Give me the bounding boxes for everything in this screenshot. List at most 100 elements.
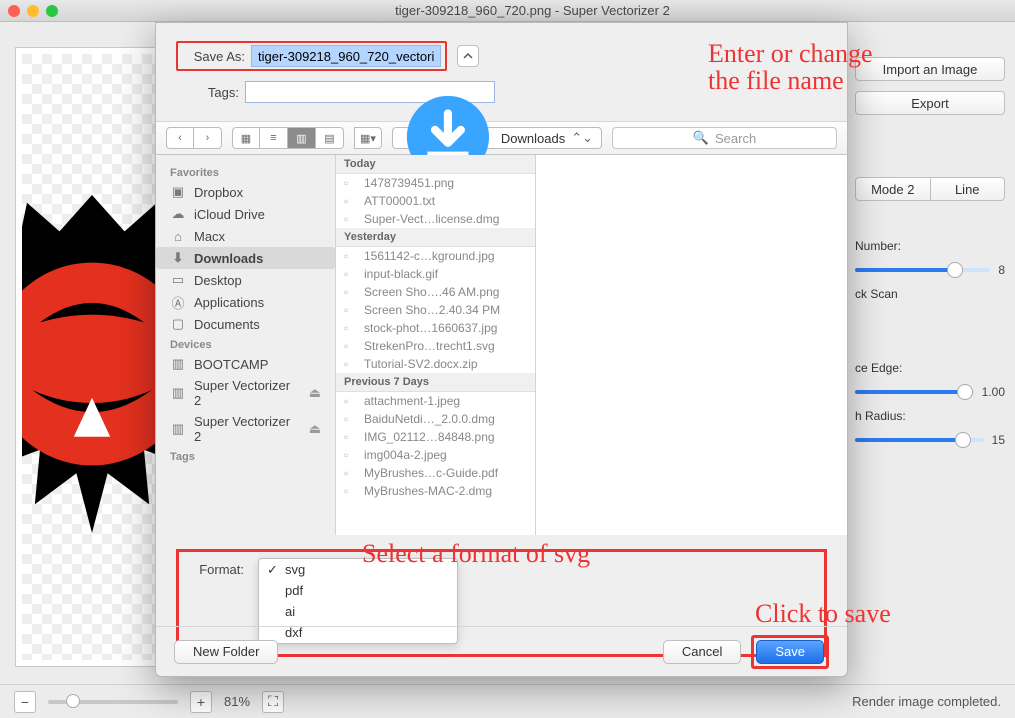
- import-image-button[interactable]: Import an Image: [855, 57, 1005, 81]
- home-icon: ⌂: [170, 228, 186, 244]
- forward-button[interactable]: ›: [194, 127, 222, 149]
- edge-slider[interactable]: [855, 390, 974, 394]
- sidebar-item-desktop[interactable]: ▭Desktop: [156, 269, 335, 291]
- radius-slider[interactable]: [855, 438, 984, 442]
- icon-view-button[interactable]: ▦: [232, 127, 260, 149]
- file-name: 1478739451.png: [364, 176, 454, 190]
- file-name: Screen Sho….46 AM.png: [364, 285, 499, 299]
- file-icon: ▫: [344, 303, 358, 317]
- sidebar-item-label: Super Vectorizer 2: [194, 414, 301, 444]
- search-icon: 🔍: [693, 130, 709, 146]
- file-icon: ▫: [344, 321, 358, 335]
- sidebar-item-label: Desktop: [194, 273, 242, 288]
- sidebar-item-downloads[interactable]: ⬇Downloads: [156, 247, 335, 269]
- mode2-tab[interactable]: Mode 2: [855, 177, 931, 201]
- sidebar-item-home[interactable]: ⌂Macx: [156, 225, 335, 247]
- file-item[interactable]: ▫ Screen Sho…2.40.34 PM: [336, 301, 535, 319]
- file-icon: ▫: [344, 394, 358, 408]
- window-controls: [8, 5, 58, 17]
- nav-buttons: ‹ ›: [166, 127, 222, 149]
- format-option-pdf[interactable]: pdf: [259, 580, 457, 601]
- file-item[interactable]: ▫ MyBrushes-MAC-2.dmg: [336, 482, 535, 500]
- file-icon: ▫: [344, 212, 358, 226]
- sidebar-item-disk2[interactable]: ▥Super Vectorizer 2⏏: [156, 411, 335, 447]
- file-item[interactable]: ▫img004a-2.jpeg: [336, 446, 535, 464]
- cancel-button[interactable]: Cancel: [663, 640, 741, 664]
- column-view-button[interactable]: ▥: [288, 127, 316, 149]
- scan-label: ck Scan: [855, 287, 1005, 301]
- eject-icon[interactable]: ⏏: [309, 421, 321, 437]
- line-tab[interactable]: Line: [931, 177, 1006, 201]
- file-name: Screen Sho…2.40.34 PM: [364, 303, 500, 317]
- icloud-icon: ☁: [170, 206, 186, 222]
- fit-screen-button[interactable]: ⛶: [262, 691, 284, 713]
- sidebar-item-label: Applications: [194, 295, 264, 310]
- sidebar-item-icloud[interactable]: ☁iCloud Drive: [156, 203, 335, 225]
- sidebar-item-dropbox[interactable]: ▣ Dropbox: [156, 181, 335, 203]
- file-column[interactable]: Today▫1478739451.png▫ATT00001.txt▫Super-…: [336, 155, 536, 535]
- file-item[interactable]: ▫stock-phot…1660637.jpg: [336, 319, 535, 337]
- tags-label: Tags:: [176, 85, 239, 100]
- sidebar-item-documents[interactable]: ▢Documents: [156, 313, 335, 335]
- file-name: input-black.gif: [364, 267, 438, 281]
- close-window-button[interactable]: [8, 5, 20, 17]
- file-item[interactable]: ▫1478739451.png: [336, 174, 535, 192]
- mode-segmented-control[interactable]: Mode 2 Line: [855, 177, 1005, 201]
- format-option-svg[interactable]: svg: [259, 559, 457, 580]
- file-name: IMG_02112…84848.png: [364, 430, 495, 444]
- sidebar-item-disk1[interactable]: ▥ Super Vectorizer 2 ⏏: [156, 375, 335, 411]
- number-slider[interactable]: [855, 268, 990, 272]
- save-as-label: Save As:: [182, 49, 245, 64]
- sidebar-item-bootcamp[interactable]: ▥ BOOTCAMP: [156, 353, 335, 375]
- number-value: 8: [998, 263, 1005, 277]
- sidebar-item-label: Dropbox: [194, 185, 243, 200]
- file-item[interactable]: ▫ATT00001.txt: [336, 192, 535, 210]
- sidebar-item-applications[interactable]: ⒶApplications: [156, 291, 335, 313]
- new-folder-button[interactable]: New Folder: [174, 640, 278, 664]
- zoom-window-button[interactable]: [46, 5, 58, 17]
- file-item[interactable]: ▫MyBrushes…c-Guide.pdf: [336, 464, 535, 482]
- zoom-out-button[interactable]: −: [14, 691, 36, 713]
- format-option-ai[interactable]: ai: [259, 601, 457, 622]
- coverflow-view-button[interactable]: ▤: [316, 127, 344, 149]
- location-popup[interactable]: Downloads ⌃⌄: [392, 127, 602, 149]
- sidebar-item-label: BOOTCAMP: [194, 357, 268, 372]
- sidebar-item-label: Downloads: [194, 251, 263, 266]
- save-as-input[interactable]: [251, 45, 441, 67]
- file-item[interactable]: ▫input-black.gif: [336, 265, 535, 283]
- expand-sheet-button[interactable]: [457, 45, 479, 67]
- list-view-button[interactable]: ≡: [260, 127, 288, 149]
- file-name: MyBrushes…c-Guide.pdf: [364, 466, 498, 480]
- disk-icon: ▥: [170, 385, 186, 401]
- zoom-slider[interactable]: [48, 700, 178, 704]
- file-name: Tutorial-SV2.docx.zip: [364, 357, 478, 371]
- export-button[interactable]: Export: [855, 91, 1005, 115]
- save-button[interactable]: Save: [756, 640, 824, 664]
- dropbox-icon: ▣: [170, 184, 186, 200]
- file-item[interactable]: ▫attachment-1.jpeg: [336, 392, 535, 410]
- file-item[interactable]: ▫BaiduNetdi…_2.0.0.dmg: [336, 410, 535, 428]
- file-item[interactable]: ▫Super-Vect…license.dmg: [336, 210, 535, 228]
- file-item[interactable]: ▫Tutorial-SV2.docx.zip: [336, 355, 535, 373]
- disk-icon: ▥: [170, 356, 186, 372]
- file-name: BaiduNetdi…_2.0.0.dmg: [364, 412, 495, 426]
- group-by-button[interactable]: ▦▾: [354, 127, 382, 149]
- minimize-window-button[interactable]: [27, 5, 39, 17]
- eject-icon[interactable]: ⏏: [309, 385, 321, 401]
- sidebar-header-favorites: Favorites: [156, 163, 335, 181]
- back-button[interactable]: ‹: [166, 127, 194, 149]
- file-icon: ▫: [344, 484, 358, 498]
- sidebar-item-label: Super Vectorizer 2: [194, 378, 301, 408]
- file-item[interactable]: ▫1561142-c…kground.jpg: [336, 247, 535, 265]
- chevron-up-icon: [463, 51, 473, 61]
- save-sheet: Save As: Tags: ‹ › ▦ ≡ ▥ ▤ ▦▾: [155, 22, 848, 677]
- search-field[interactable]: 🔍 Search: [612, 127, 837, 149]
- number-label: Number:: [855, 239, 1005, 253]
- file-item[interactable]: ▫StrekenPro…trecht1.svg: [336, 337, 535, 355]
- file-item[interactable]: ▫Screen Sho….46 AM.png: [336, 283, 535, 301]
- file-name: MyBrushes-MAC-2.dmg: [364, 484, 492, 498]
- zoom-in-button[interactable]: +: [190, 691, 212, 713]
- file-item[interactable]: ▫IMG_02112…84848.png: [336, 428, 535, 446]
- chevron-updown-icon: ⌃⌄: [571, 130, 593, 146]
- file-icon: ▫: [344, 339, 358, 353]
